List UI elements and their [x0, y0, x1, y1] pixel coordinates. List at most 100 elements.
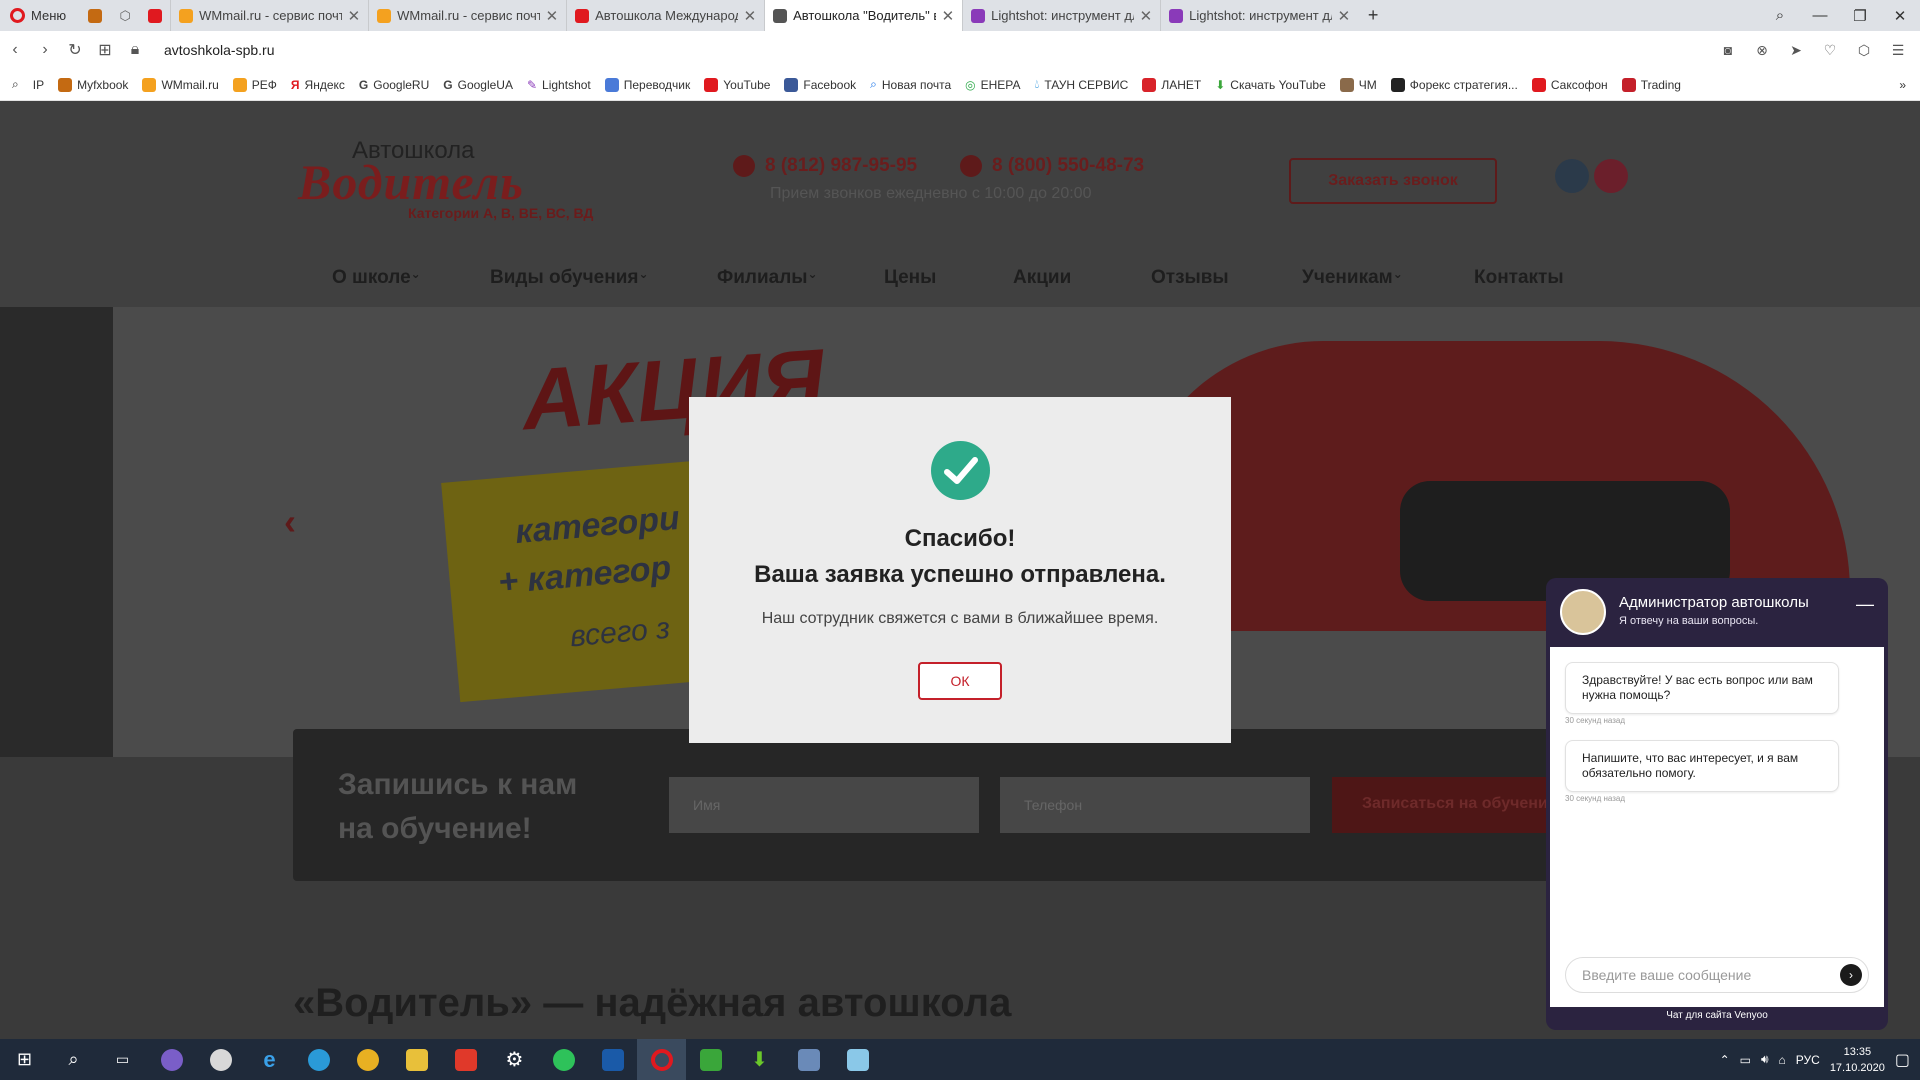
- chat-message-input[interactable]: Введите ваше сообщение: [1565, 957, 1869, 993]
- bookmark-item[interactable]: РЕФ: [232, 77, 277, 92]
- send-icon[interactable]: ›: [1840, 964, 1862, 986]
- battery-icon[interactable]: ▭: [1740, 1053, 1751, 1067]
- pinned-tab-myfxbook[interactable]: [80, 0, 110, 31]
- menu-students[interactable]: Ученикам ⌄: [1302, 267, 1403, 289]
- tab-wmmail-2[interactable]: WMmail.ru - сервис почто ✕: [368, 0, 566, 31]
- menu-training-types[interactable]: Виды обучения ⌄: [490, 267, 649, 289]
- bookmark-item[interactable]: IP: [33, 78, 44, 92]
- restore-icon[interactable]: ❐: [1840, 7, 1880, 25]
- bookmark-item[interactable]: G GoogleUA: [443, 78, 513, 92]
- taskbar-ie[interactable]: e: [245, 1039, 294, 1080]
- taskbar-whatsapp[interactable]: [539, 1039, 588, 1080]
- reload-icon[interactable]: ↻: [60, 40, 90, 60]
- taskbar-chrome[interactable]: [343, 1039, 392, 1080]
- url-field[interactable]: avtoshkola-spb.ru: [164, 42, 275, 58]
- tab-lightshot-2[interactable]: Lightshot: инструмент для ✕: [1160, 0, 1358, 31]
- more-bookmarks-icon[interactable]: »: [1899, 78, 1920, 92]
- menu-branches[interactable]: Филиалы ⌄: [717, 267, 818, 289]
- phone-1[interactable]: 8 (812) 987-95-95: [733, 155, 917, 177]
- language-indicator[interactable]: РУС: [1796, 1053, 1820, 1067]
- bookmark-item[interactable]: Форекс стратегия...: [1390, 77, 1518, 92]
- instagram-icon[interactable]: [1594, 159, 1628, 193]
- back-icon[interactable]: ‹: [0, 41, 30, 59]
- bookmark-item[interactable]: G GoogleRU: [359, 78, 429, 92]
- phone-2[interactable]: 8 (800) 550-48-73: [960, 155, 1144, 177]
- close-tab-icon[interactable]: ✕: [744, 7, 757, 25]
- tab-lightshot-1[interactable]: Lightshot: инструмент для ✕: [962, 0, 1160, 31]
- adblock-icon[interactable]: ⊗: [1750, 42, 1774, 59]
- taskbar-app[interactable]: [196, 1039, 245, 1080]
- bookmark-item[interactable]: Переводчик: [604, 77, 690, 92]
- tab-wmmail-1[interactable]: WMmail.ru - сервис почто ✕: [170, 0, 368, 31]
- bookmark-item[interactable]: WMmail.ru: [142, 77, 219, 92]
- taskbar-app-m[interactable]: [686, 1039, 735, 1080]
- bookmark-item[interactable]: ЛАНЕТ: [1142, 77, 1201, 92]
- cube-icon[interactable]: ⬡: [1852, 42, 1876, 59]
- search-tabs-icon[interactable]: ⌕: [1760, 7, 1800, 24]
- pinned-tab-youtube[interactable]: [140, 0, 170, 31]
- taskbar-explorer[interactable]: [392, 1039, 441, 1080]
- vk-icon[interactable]: [1555, 159, 1589, 193]
- taskbar-viber[interactable]: [147, 1039, 196, 1080]
- close-tab-icon[interactable]: ✕: [546, 7, 559, 25]
- bookmark-item[interactable]: ЧМ: [1339, 77, 1377, 92]
- tab-avtoshkola-international[interactable]: Автошкола Международн ✕: [566, 0, 764, 31]
- new-tab-button[interactable]: +: [1358, 0, 1388, 31]
- phone-input[interactable]: Телефон: [1000, 777, 1310, 833]
- taskbar-settings[interactable]: ⚙: [490, 1039, 539, 1080]
- minimize-icon[interactable]: —: [1800, 7, 1840, 24]
- name-input[interactable]: Имя: [669, 777, 979, 833]
- send-icon[interactable]: ➤: [1784, 42, 1808, 59]
- close-tab-icon[interactable]: ✕: [1140, 7, 1153, 25]
- taskbar-remote[interactable]: [784, 1039, 833, 1080]
- clock[interactable]: 13:35 17.10.2020: [1830, 1044, 1885, 1076]
- callback-button[interactable]: Заказать звонок: [1289, 158, 1497, 204]
- logo[interactable]: Водитель: [298, 153, 524, 211]
- pinned-tab-cube[interactable]: ⬡: [110, 0, 140, 31]
- task-view-button[interactable]: ▭: [98, 1039, 147, 1080]
- taskbar-edge[interactable]: [294, 1039, 343, 1080]
- bookmark-item[interactable]: 💧︎ ТАУН СЕРВИС: [1035, 77, 1129, 92]
- opera-menu-button[interactable]: Меню: [0, 0, 80, 31]
- close-tab-icon[interactable]: ✕: [942, 7, 955, 25]
- start-button[interactable]: ⊞: [0, 1039, 49, 1080]
- menu-about[interactable]: О школе ⌄: [332, 267, 421, 289]
- ok-button[interactable]: ОК: [918, 662, 1002, 700]
- chevron-up-icon[interactable]: ⌃: [1720, 1053, 1730, 1067]
- menu-prices[interactable]: Цены: [884, 267, 936, 289]
- network-icon[interactable]: ⌂: [1779, 1053, 1786, 1067]
- bookmark-item[interactable]: Facebook: [784, 77, 856, 92]
- bookmark-item[interactable]: Саксофон: [1531, 77, 1608, 92]
- bookmark-item[interactable]: ⌕ Новая почта: [870, 77, 951, 92]
- menu-reviews[interactable]: Отзывы: [1151, 267, 1229, 289]
- bookmark-item[interactable]: Trading: [1621, 77, 1681, 92]
- menu-contacts[interactable]: Контакты: [1474, 267, 1564, 289]
- bookmark-item[interactable]: ◎ ЕНЕРА: [965, 78, 1020, 92]
- bookmark-item[interactable]: Myfxbook: [58, 77, 128, 92]
- heart-icon[interactable]: ♡: [1818, 42, 1842, 59]
- slider-prev-icon[interactable]: ‹: [284, 501, 296, 543]
- close-tab-icon[interactable]: ✕: [1338, 7, 1351, 25]
- chat-footer[interactable]: Чат для сайта Venyoo: [1546, 1010, 1888, 1021]
- taskbar-anydesk[interactable]: [441, 1039, 490, 1080]
- taskbar-notepad[interactable]: [833, 1039, 882, 1080]
- menu-promos[interactable]: Акции: [1013, 267, 1071, 289]
- volume-icon[interactable]: 🔊︎: [1761, 1052, 1769, 1067]
- bookmark-item[interactable]: Я Яндекс: [291, 78, 345, 92]
- search-button[interactable]: ⌕: [49, 1039, 98, 1080]
- close-tab-icon[interactable]: ✕: [348, 7, 361, 25]
- settings-icon[interactable]: ☰: [1886, 42, 1910, 59]
- bookmark-item[interactable]: ⬇ Скачать YouTube: [1215, 78, 1326, 92]
- minimize-chat-icon[interactable]: —: [1856, 594, 1874, 615]
- tab-avtoshkola-voditel[interactable]: Автошкола "Водитель" в С ✕: [764, 0, 963, 31]
- taskbar-download[interactable]: ⬇: [735, 1039, 784, 1080]
- notifications-icon[interactable]: ▢: [1895, 1050, 1910, 1070]
- bookmark-item[interactable]: YouTube: [704, 77, 770, 92]
- taskbar-app-p[interactable]: [588, 1039, 637, 1080]
- taskbar-opera[interactable]: [637, 1039, 686, 1080]
- forward-icon[interactable]: ›: [30, 41, 60, 59]
- bookmark-item[interactable]: ✎ Lightshot: [527, 78, 591, 92]
- camera-icon[interactable]: ◙: [1716, 42, 1740, 59]
- close-window-icon[interactable]: ✕: [1880, 7, 1920, 25]
- speed-dial-icon[interactable]: ⊞: [90, 40, 120, 60]
